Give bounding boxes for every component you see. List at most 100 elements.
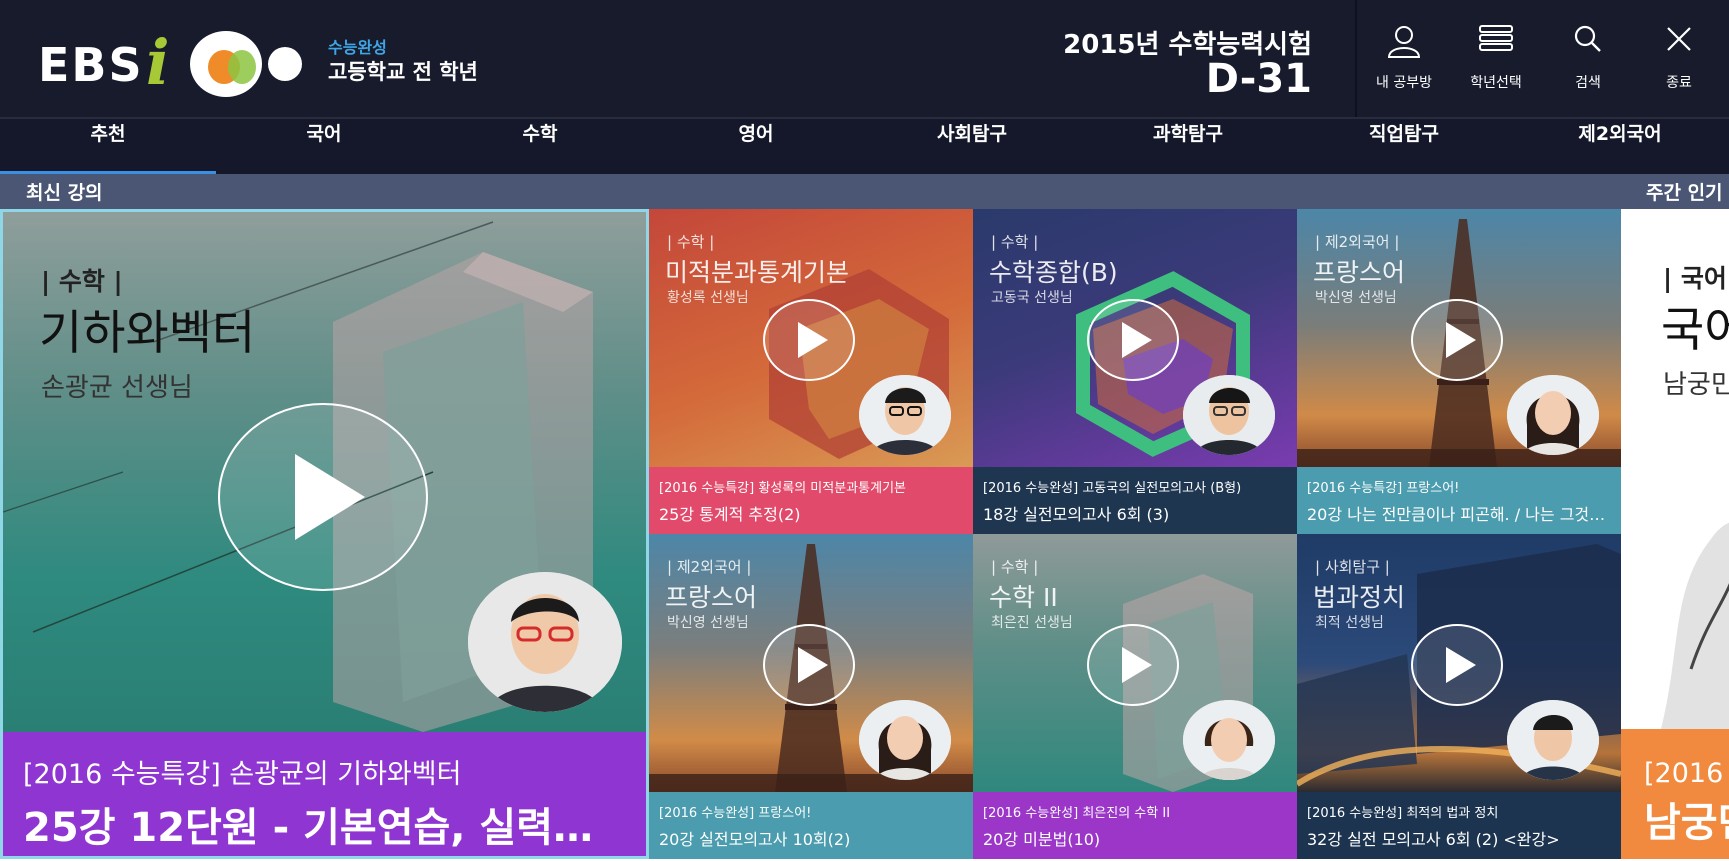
teacher-avatar — [859, 375, 951, 455]
card-course: 기하와벡터 — [39, 306, 256, 361]
tab-science[interactable]: 과학탐구 — [1080, 119, 1296, 174]
play-icon[interactable] — [762, 623, 856, 707]
lecture-caption: [2016 수능완성] 프랑스어! 20강 실전모의고사 10회(2) — [649, 792, 973, 859]
lecture-episode: 25강 통계적 추정(2) — [659, 505, 801, 524]
lecture-series: [2016 수 — [1644, 758, 1729, 789]
card-teacher: 고동국 선생님 — [991, 290, 1073, 306]
lecture-card[interactable]: | 제2외국어 | 프랑스어 박신영 선생님 [2016 수능완성] 프랑스어!… — [649, 534, 973, 861]
search-button[interactable]: 검색 — [1543, 24, 1633, 102]
lecture-series: [2016 수능완성] 프랑스어! — [659, 806, 812, 821]
my-study-room-label: 내 공부방 — [1376, 75, 1432, 91]
featured-lecture-card[interactable]: | 수학 | 기하와벡터 손광균 선생님 [2016 수능특강] 손광균의 기하… — [0, 209, 649, 859]
card-subject: | 수학 | — [991, 233, 1039, 251]
tab-second-language[interactable]: 제2외국어 — [1512, 119, 1728, 174]
card-course: 프랑스어 — [1313, 258, 1406, 287]
lecture-card[interactable]: | 수학 | 수학 II 최은진 선생님 [2016 수능완성] 최은진의 수학… — [973, 534, 1297, 861]
lecture-card[interactable]: | 수학 | 수학종합(B) 고동국 선생님 [2016 수능완성] 고동국의 … — [973, 209, 1297, 534]
card-course: 수학종합(B) — [989, 258, 1118, 287]
lecture-series: [2016 수능완성] 최은진의 수학 II — [983, 806, 1171, 821]
card-teacher: 황성록 선생님 — [667, 290, 749, 306]
latest-lectures-heading: 최신 강의 — [26, 182, 103, 204]
card-course: 국어 — [1661, 303, 1729, 358]
tab-korean[interactable]: 국어 — [216, 119, 432, 174]
my-study-room-button[interactable]: 내 공부방 — [1359, 24, 1449, 102]
tab-vocational[interactable]: 직업탐구 — [1296, 119, 1512, 174]
grade-select-label: 학년선택 — [1470, 75, 1522, 91]
card-teacher: 손광균 선생님 — [41, 373, 193, 403]
tab-math[interactable]: 수학 — [432, 119, 648, 174]
card-subject: | 제2외국어 | — [1315, 233, 1400, 251]
weekly-popular-heading[interactable]: 주간 인기 — [1646, 178, 1723, 205]
lecture-series: [2016 수능특강] 프랑스어! — [1307, 481, 1460, 496]
lecture-grid: | 수학 | 기하와벡터 손광균 선생님 [2016 수능특강] 손광균의 기하… — [0, 209, 1729, 861]
lecture-caption: [2016 수능특강] 황성록의 미적분과통계기본 25강 통계적 추정(2) — [649, 467, 973, 534]
lecture-thumbnail: | 수학 | 수학종합(B) 고동국 선생님 — [973, 209, 1297, 467]
lecture-thumbnail: | 수학 | 기하와벡터 손광균 선생님 — [3, 212, 646, 732]
tab-english[interactable]: 영어 — [648, 119, 864, 174]
grade-select-button[interactable]: 학년선택 — [1451, 24, 1541, 102]
play-icon[interactable] — [217, 402, 429, 592]
lecture-episode: 20강 실전모의고사 10회(2) — [659, 830, 851, 849]
tab-social-studies[interactable]: 사회탐구 — [864, 119, 1080, 174]
lecture-caption: [2016 수 남궁민 — [1621, 729, 1729, 859]
teacher-avatar — [1507, 700, 1599, 780]
header-divider — [1355, 0, 1357, 117]
lecture-thumbnail: | 사회탐구 | 법과정치 최적 선생님 — [1297, 534, 1621, 792]
popular-lecture-card[interactable]: | 국어 국어 남궁민 [2016 수 남궁민 — [1621, 209, 1729, 859]
teacher-avatar — [1507, 375, 1599, 455]
card-course: 프랑스어 — [665, 583, 758, 612]
lecture-series: [2016 수능완성] 고동국의 실전모의고사 (B형) — [983, 481, 1242, 496]
card-subject: | 수학 | — [991, 558, 1039, 576]
ebsi-logo[interactable]: EBS i — [38, 26, 302, 99]
teacher-avatar — [1183, 375, 1275, 455]
app-header: EBS i 수능완성 고등학교 전 학년 2015년 수학능력시험 D-31 내… — [0, 0, 1729, 117]
card-teacher: 최적 선생님 — [1315, 615, 1384, 631]
brand-title: 고등학교 전 학년 — [328, 60, 478, 84]
search-label: 검색 — [1575, 75, 1601, 91]
card-subject: | 수학 | — [667, 233, 715, 251]
tab-recommended[interactable]: 추천 — [0, 119, 216, 174]
card-subject: | 국어 — [1663, 264, 1727, 293]
card-course: 법과정치 — [1313, 583, 1406, 612]
section-strip: 최신 강의 주간 인기 — [0, 174, 1729, 209]
lecture-card[interactable]: | 제2외국어 | 프랑스어 박신영 선생님 [2016 수능특강] 프랑스어!… — [1297, 209, 1621, 534]
lecture-series: [2016 수능특강] 손광균의 기하와벡터 — [23, 759, 462, 790]
logo-i-mark: i — [146, 26, 170, 99]
play-icon[interactable] — [1410, 623, 1504, 707]
lecture-episode: 25강 12단원 - 기본연습, 실력완… — [23, 805, 623, 851]
teacher-avatar — [859, 700, 951, 780]
card-subject: | 수학 | — [41, 267, 123, 296]
lecture-caption: [2016 수능완성] 최적의 법과 정치 32강 실전 모의고사 6회 (2)… — [1297, 792, 1621, 859]
lecture-series: [2016 수능완성] 최적의 법과 정치 — [1307, 806, 1499, 821]
lecture-thumbnail: | 수학 | 미적분과통계기본 황성록 선생님 — [649, 209, 973, 467]
search-icon — [1574, 25, 1601, 52]
subject-nav: 추천 국어 수학 영어 사회탐구 과학탐구 직업탐구 제2외국어 — [0, 117, 1729, 174]
lecture-caption: [2016 수능특강] 손광균의 기하와벡터 25강 12단원 - 기본연습, … — [3, 732, 646, 856]
play-icon[interactable] — [762, 298, 856, 382]
lecture-caption: [2016 수능특강] 프랑스어! 20강 나는 전만큼이나 피곤해. / 나는… — [1297, 467, 1621, 534]
lecture-episode: 32강 실전 모의고사 6회 (2) <완강> — [1307, 830, 1560, 849]
lecture-thumbnail: | 제2외국어 | 프랑스어 박신영 선생님 — [1297, 209, 1621, 467]
lecture-episode: 18강 실전모의고사 6회 (3) — [983, 505, 1170, 524]
play-icon[interactable] — [1086, 623, 1180, 707]
play-icon[interactable] — [1410, 298, 1504, 382]
teacher-avatar — [1183, 700, 1275, 780]
card-teacher: 남궁민 — [1663, 370, 1729, 400]
lecture-thumbnail: | 국어 국어 남궁민 — [1621, 209, 1729, 729]
lecture-series: [2016 수능특강] 황성록의 미적분과통계기본 — [659, 481, 906, 496]
dday-counter: D-31 — [1205, 56, 1312, 102]
lecture-thumbnail: | 제2외국어 | 프랑스어 박신영 선생님 — [649, 534, 973, 792]
lecture-caption: [2016 수능완성] 최은진의 수학 II 20강 미분법(10) — [973, 792, 1297, 859]
close-icon — [1667, 27, 1691, 51]
card-teacher: 박신영 선생님 — [1315, 290, 1397, 306]
card-subject: | 제2외국어 | — [667, 558, 752, 576]
exit-button[interactable]: 종료 — [1634, 24, 1724, 102]
lecture-caption: [2016 수능완성] 고동국의 실전모의고사 (B형) 18강 실전모의고사 … — [973, 467, 1297, 534]
lecture-episode: 20강 미분법(10) — [983, 830, 1101, 849]
lecture-card[interactable]: | 사회탐구 | 법과정치 최적 선생님 [2016 수능완성] 최적의 법과 … — [1297, 534, 1621, 861]
card-teacher: 최은진 선생님 — [991, 615, 1073, 631]
play-icon[interactable] — [1086, 298, 1180, 382]
logo-dot-mark — [268, 47, 302, 81]
lecture-card[interactable]: | 수학 | 미적분과통계기본 황성록 선생님 [2016 수능특강] 황성록의… — [649, 209, 973, 534]
logo-green-mark — [228, 50, 256, 84]
